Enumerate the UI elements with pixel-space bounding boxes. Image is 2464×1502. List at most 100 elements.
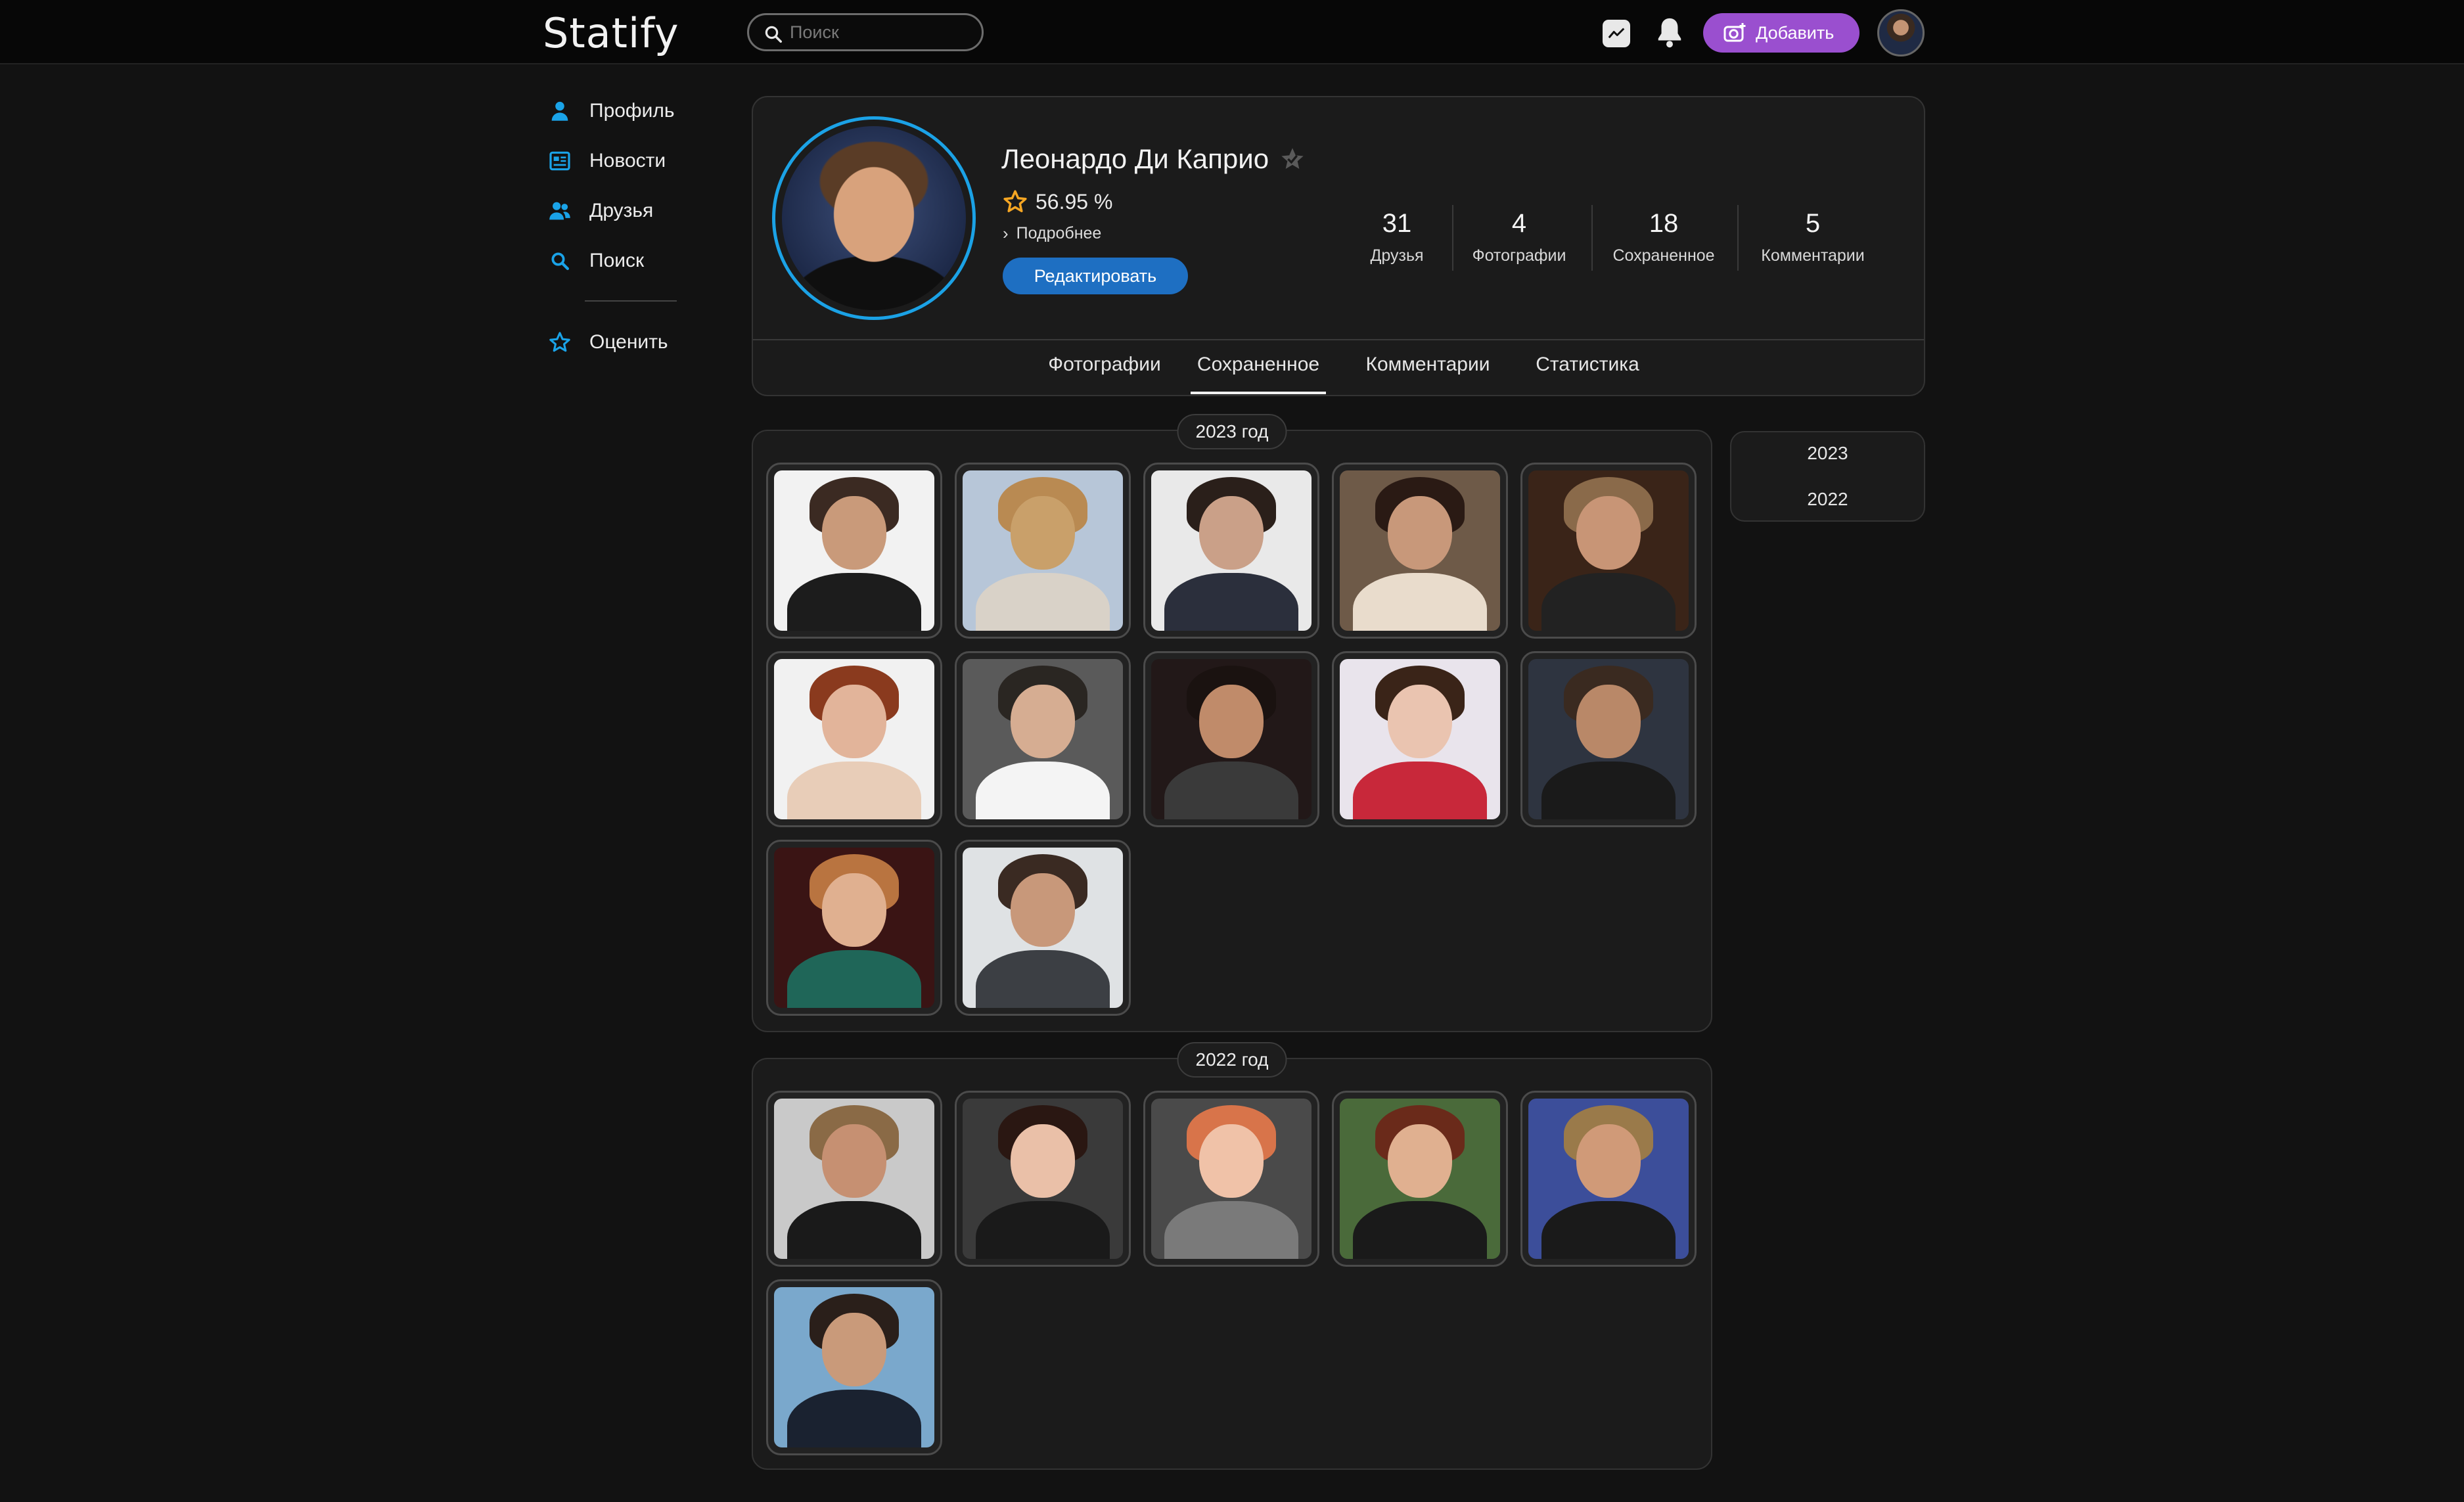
profile-avatar[interactable] [772,116,976,320]
tab-statistics[interactable]: Статистика [1528,353,1647,393]
saved-photo-thumbnail[interactable] [1332,1091,1508,1267]
sidebar-item-search[interactable]: Поиск [547,244,644,277]
stat-label: Сохраненное [1612,246,1715,265]
year-label: 2023 год [1177,414,1287,449]
photo-image [774,659,934,819]
tab-label: Фотографии [1048,353,1161,375]
friends-icon [547,198,572,223]
photo-image [774,1287,934,1447]
photo-image [1340,659,1500,819]
sidebar-item-profile[interactable]: Профиль [547,95,675,127]
stat-divider [1737,205,1739,271]
bell-icon [1658,18,1681,48]
tab-label: Сохраненное [1197,353,1320,375]
stat-label: Друзья [1370,246,1424,265]
stat-label: Фотографии [1472,246,1566,265]
sidebar-item-news[interactable]: Новости [547,145,666,177]
saved-photo-thumbnail[interactable] [1520,1091,1697,1267]
add-photo-button[interactable]: Добавить [1703,13,1859,53]
stat-divider [1591,205,1593,271]
sidebar-item-friends[interactable]: Друзья [547,194,653,227]
photo-image [963,1099,1123,1259]
top-bar: Statify Добавить [0,0,2464,64]
photo-image [774,470,934,631]
saved-photo-thumbnail[interactable] [766,1091,942,1267]
tab-photos[interactable]: Фотографии [1042,353,1167,393]
saved-photo-thumbnail[interactable] [1520,651,1697,827]
sidebar-item-label: Оценить [589,331,668,353]
details-link[interactable]: › Подробнее [1003,223,1101,244]
saved-photo-thumbnail[interactable] [1520,463,1697,639]
stat-value: 18 [1649,209,1679,238]
stat-value: 4 [1511,209,1527,238]
search-input[interactable] [790,20,974,44]
tab-comments[interactable]: Комментарии [1357,353,1498,393]
sidebar-item-rate[interactable]: Оценить [547,326,668,359]
stat-photos[interactable]: 4 Фотографии [1467,209,1572,265]
profile-name-row: Леонардо Ди Каприо [1001,143,1306,175]
photo-image [1151,470,1312,631]
stat-divider [1452,205,1453,271]
year-link-2022[interactable]: 2022 [1731,489,1924,510]
tab-saved[interactable]: Сохраненное [1191,353,1326,394]
user-avatar[interactable] [1877,9,1925,57]
photo-image [774,848,934,1008]
stat-saved[interactable]: 18 Сохраненное [1605,209,1723,265]
edit-profile-button[interactable]: Редактировать [1003,258,1188,294]
stat-value: 31 [1382,209,1412,238]
year-index: 2023 2022 [1730,431,1925,522]
photo-image [1528,470,1689,631]
search-icon [765,26,782,43]
profile-rating: 56.95 % [1003,189,1112,214]
search-icon [547,248,572,273]
photo-image [963,848,1123,1008]
photo-image [963,659,1123,819]
photo-image [963,470,1123,631]
photo-image [1151,1099,1312,1259]
photo-image [1340,1099,1500,1259]
photo-image [774,1099,934,1259]
photo-image [1528,1099,1689,1259]
stat-label: Комментарии [1761,246,1865,265]
year-section-2023: 2023 год [752,414,1712,1032]
saved-photo-thumbnail[interactable] [955,651,1131,827]
year-link-2023[interactable]: 2023 [1731,443,1924,464]
stat-friends[interactable]: 31 Друзья [1364,209,1430,265]
saved-photo-thumbnail[interactable] [1143,463,1319,639]
saved-photo-thumbnail[interactable] [1332,463,1508,639]
statistics-button[interactable] [1603,20,1630,47]
star-icon [547,330,572,355]
sidebar-divider [585,300,677,302]
photo-image [1340,470,1500,631]
app-logo[interactable]: Statify [543,9,679,57]
saved-photo-thumbnail[interactable] [1143,1091,1319,1267]
trend-chart-icon [1608,28,1625,39]
sidebar-item-label: Профиль [589,100,675,122]
verified-star-icon [1281,148,1304,169]
add-button-label: Добавить [1756,22,1835,43]
stat-value: 5 [1805,209,1821,238]
camera-add-icon [1723,23,1746,42]
sidebar-item-label: Поиск [589,250,645,271]
saved-photo-thumbnail[interactable] [766,463,942,639]
photo-image [1151,659,1312,819]
saved-photo-thumbnail[interactable] [766,1279,942,1455]
saved-photo-thumbnail[interactable] [1332,651,1508,827]
search-box[interactable] [747,13,984,51]
news-icon [547,148,572,173]
saved-photo-thumbnail[interactable] [955,463,1131,639]
saved-photo-thumbnail[interactable] [766,840,942,1016]
saved-photo-thumbnail[interactable] [955,840,1131,1016]
card-divider [753,339,1924,340]
stat-comments[interactable]: 5 Комментарии [1750,209,1875,265]
profile-name: Леонардо Ди Каприо [1001,143,1269,174]
rating-star-icon [1003,190,1027,212]
sidebar-item-label: Друзья [589,200,654,221]
notifications-button[interactable] [1654,16,1685,52]
sidebar-item-label: Новости [589,150,666,171]
photo-image [1528,659,1689,819]
saved-photo-thumbnail[interactable] [766,651,942,827]
tab-label: Комментарии [1365,353,1490,375]
saved-photo-thumbnail[interactable] [955,1091,1131,1267]
saved-photo-thumbnail[interactable] [1143,651,1319,827]
